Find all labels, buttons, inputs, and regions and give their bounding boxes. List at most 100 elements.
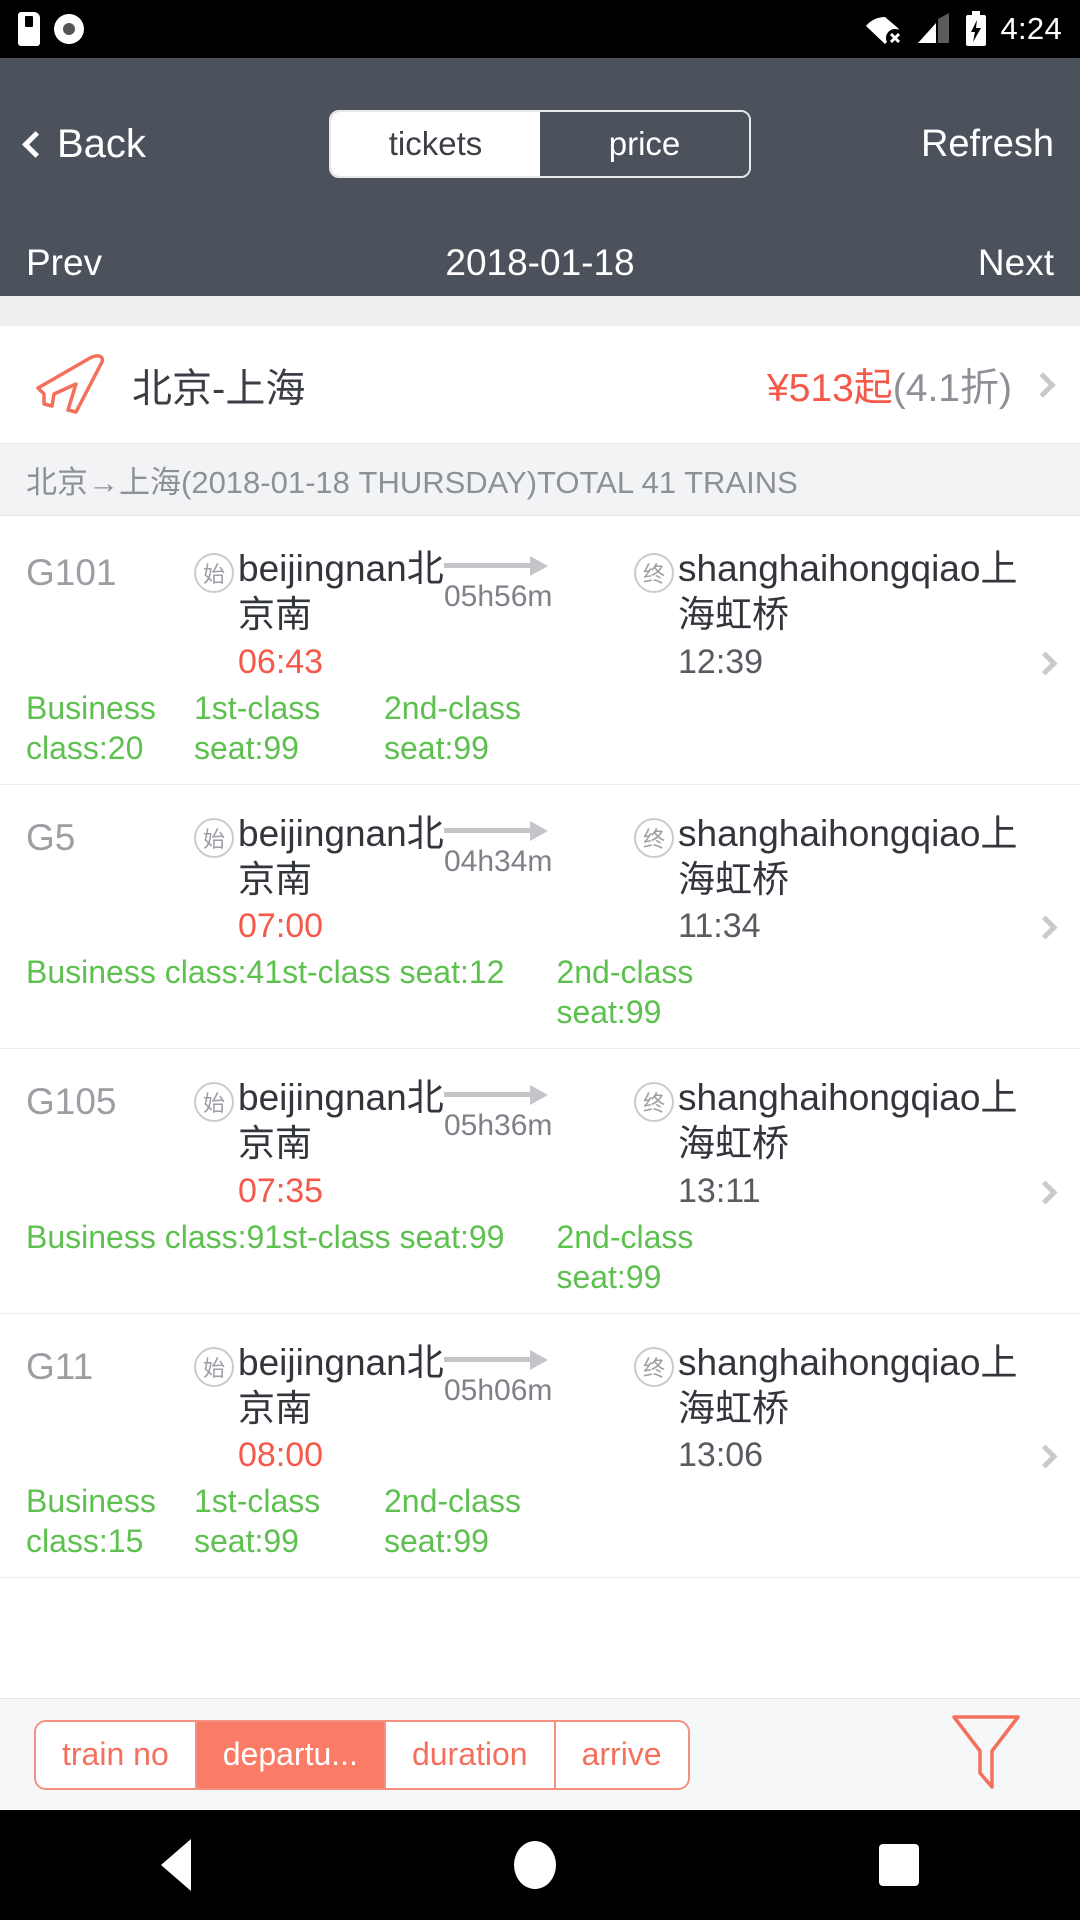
status-bar: 4:24: [0, 0, 1080, 58]
trip-duration: 05h06m: [444, 1373, 553, 1407]
direction-arrow-icon: [444, 1348, 562, 1370]
origin-badge-icon: 始: [194, 1082, 234, 1122]
trip-duration: 05h56m: [444, 580, 553, 613]
departure-station-name: beijingnan北京南: [238, 1077, 444, 1165]
terminus-badge-icon: 终: [634, 1082, 674, 1122]
app-screen: 4:24 Back tickets price Refresh Prev 201…: [0, 0, 1080, 1920]
sort-button-arrive[interactable]: arrive: [555, 1721, 688, 1788]
refresh-button[interactable]: Refresh: [921, 123, 1054, 166]
search-summary-bar: 北京→上海(2018-01-18 THURSDAY)TOTAL 41 TRAIN…: [0, 444, 1080, 516]
back-button[interactable]: Back: [22, 121, 146, 167]
seat-availability-item: Business class:15: [26, 1483, 156, 1559]
seat-availability-item: 1st-class seat:12: [264, 954, 505, 990]
search-summary-text: 北京→上海(2018-01-18 THURSDAY)TOTAL 41 TRAIN…: [26, 465, 798, 500]
terminus-badge-icon: 终: [634, 1346, 674, 1387]
departure-station-name: beijingnan北京南: [238, 548, 444, 636]
sort-button-departu[interactable]: departu...: [196, 1721, 386, 1788]
back-nav-icon[interactable]: [161, 1839, 192, 1891]
recents-nav-icon[interactable]: [878, 1844, 919, 1886]
seat-availability-item: 2nd-class seat:99: [384, 689, 521, 766]
origin-badge-icon: 始: [194, 817, 234, 858]
departure-time: 07:00: [238, 907, 324, 945]
seat-availability-row: Business class:20 1st-class seat:99 2nd-cl…: [0, 682, 1080, 774]
departure-time: 06:43: [238, 642, 324, 681]
top-navigation-bar: Back tickets price Refresh: [0, 58, 1080, 230]
direction-arrow-icon: [444, 554, 562, 576]
seat-availability-item: 2nd-class seat:99: [384, 1483, 521, 1559]
status-bar-clock: 4:24: [1000, 11, 1062, 46]
sort-button-trainno[interactable]: train no: [36, 1721, 197, 1788]
seat-availability-item: Business class:20: [26, 689, 156, 766]
trip-duration: 05h36m: [444, 1109, 553, 1142]
status-bar-right-icons: 4:24: [866, 11, 1062, 47]
departure-station-block: 始 beijingnan北京南 06:43: [194, 546, 444, 682]
battery-charging-icon: [966, 11, 987, 46]
flight-promo-row[interactable]: 北京-上海 ¥513起 (4.1折): [0, 326, 1080, 444]
sort-segmented-control[interactable]: train no departu... duration arrive: [34, 1719, 690, 1790]
tab-price[interactable]: price: [540, 112, 749, 176]
seat-availability-item: Business class:4: [26, 954, 265, 990]
promo-route-label: 北京-上海: [132, 366, 306, 411]
seat-availability-row: Business class:9 1st-class seat:99 2nd-cla…: [0, 1211, 1080, 1303]
departure-time: 07:35: [238, 1171, 324, 1210]
seat-availability-item: 1st-class seat:99: [264, 1218, 505, 1255]
promo-price-group: ¥513起 (4.1折): [767, 357, 1012, 413]
prev-day-button[interactable]: Prev: [26, 242, 102, 284]
direction-arrow-icon: [444, 819, 562, 841]
origin-badge-icon: 始: [194, 553, 234, 593]
promo-price-amount: ¥513起: [767, 366, 893, 410]
airplane-icon: [28, 348, 114, 422]
direction-arrow-icon: [444, 1083, 562, 1105]
train-row[interactable]: G11 始 beijingnan北京南 08:00 05h06m 终 shanghaihon…: [0, 1313, 1080, 1578]
seat-availability-row: Business class:15 1st-class seat:99 2nd-cl…: [0, 1475, 1080, 1567]
chevron-right-icon: [1030, 371, 1056, 398]
seat-availability-row: Business class:4 1st-class seat:12 2nd-cla…: [0, 946, 1080, 1038]
train-row-main: G5 始 beijingnan北京南 07:00 04h34m 终 shanghaihong…: [0, 811, 1080, 947]
sort-button-duration[interactable]: duration: [385, 1721, 556, 1788]
cellular-signal-icon: [918, 13, 950, 43]
promo-discount-label: (4.1折): [892, 366, 1012, 410]
arrival-station-block: 终 shanghaihongqiao上海虹桥 13:06: [634, 1340, 1054, 1476]
sd-card-icon: [18, 12, 40, 46]
train-row[interactable]: G105 始 beijingnan北京南 07:35 05h36m 终 shanghaiho…: [0, 1049, 1080, 1314]
arrival-station-name: shanghaihongqiao上海虹桥: [678, 548, 1018, 636]
duration-block: 05h36m: [444, 1075, 634, 1143]
arrival-time: 11:34: [678, 907, 761, 945]
train-list[interactable]: G101 始 beijingnan北京南 06:43 05h56m 终 shanghaiho…: [0, 520, 1080, 1748]
chevron-left-icon: [22, 130, 49, 158]
current-date-label: 2018-01-18: [445, 242, 635, 283]
duration-block: 05h56m: [444, 546, 634, 614]
departure-station-block: 始 beijingnan北京南 08:00: [194, 1340, 444, 1476]
view-mode-segmented-control[interactable]: tickets price: [329, 110, 751, 178]
departure-time: 08:00: [238, 1436, 324, 1474]
train-row[interactable]: G5 始 beijingnan北京南 07:00 04h34m 终 shanghaihong…: [0, 784, 1080, 1049]
funnel-filter-icon[interactable]: [948, 1711, 1024, 1798]
terminus-badge-icon: 终: [634, 553, 674, 593]
arrival-station-name: shanghaihongqiao上海虹桥: [678, 1341, 1018, 1429]
departure-station-name: beijingnan北京南: [238, 812, 444, 900]
arrival-station-name: shanghaihongqiao上海虹桥: [678, 812, 1018, 900]
train-row-main: G105 始 beijingnan北京南 07:35 05h36m 终 shanghaiho…: [0, 1075, 1080, 1211]
train-row[interactable]: G101 始 beijingnan北京南 06:43 05h56m 终 shanghaiho…: [0, 520, 1080, 785]
arrival-time: 13:11: [678, 1171, 761, 1210]
arrival-station-name: shanghaihongqiao上海虹桥: [678, 1077, 1018, 1165]
seat-availability-item: Business class:9: [26, 1218, 265, 1255]
seat-availability-item: 1st-class seat:99: [194, 689, 321, 766]
home-nav-icon[interactable]: [513, 1841, 556, 1889]
tab-tickets[interactable]: tickets: [331, 112, 540, 176]
next-day-button[interactable]: Next: [978, 242, 1054, 284]
duration-block: 05h06m: [444, 1340, 634, 1408]
train-number: G5: [26, 816, 76, 858]
train-row-main: G11 始 beijingnan北京南 08:00 05h06m 终 shanghaihon…: [0, 1340, 1080, 1476]
arrival-station-block: 终 shanghaihongqiao上海虹桥 12:39: [634, 546, 1054, 682]
disc-icon: [54, 14, 84, 44]
wifi-off-icon: [866, 17, 905, 45]
arrival-station-block: 终 shanghaihongqiao上海虹桥 13:11: [634, 1075, 1054, 1211]
train-number: G105: [26, 1081, 117, 1122]
duration-block: 04h34m: [444, 811, 634, 879]
status-bar-left-icons: [18, 12, 84, 46]
arrival-station-block: 终 shanghaihongqiao上海虹桥 11:34: [634, 811, 1054, 947]
arrival-time: 12:39: [678, 642, 764, 681]
back-button-label: Back: [57, 121, 146, 166]
departure-station-block: 始 beijingnan北京南 07:00: [194, 811, 444, 947]
